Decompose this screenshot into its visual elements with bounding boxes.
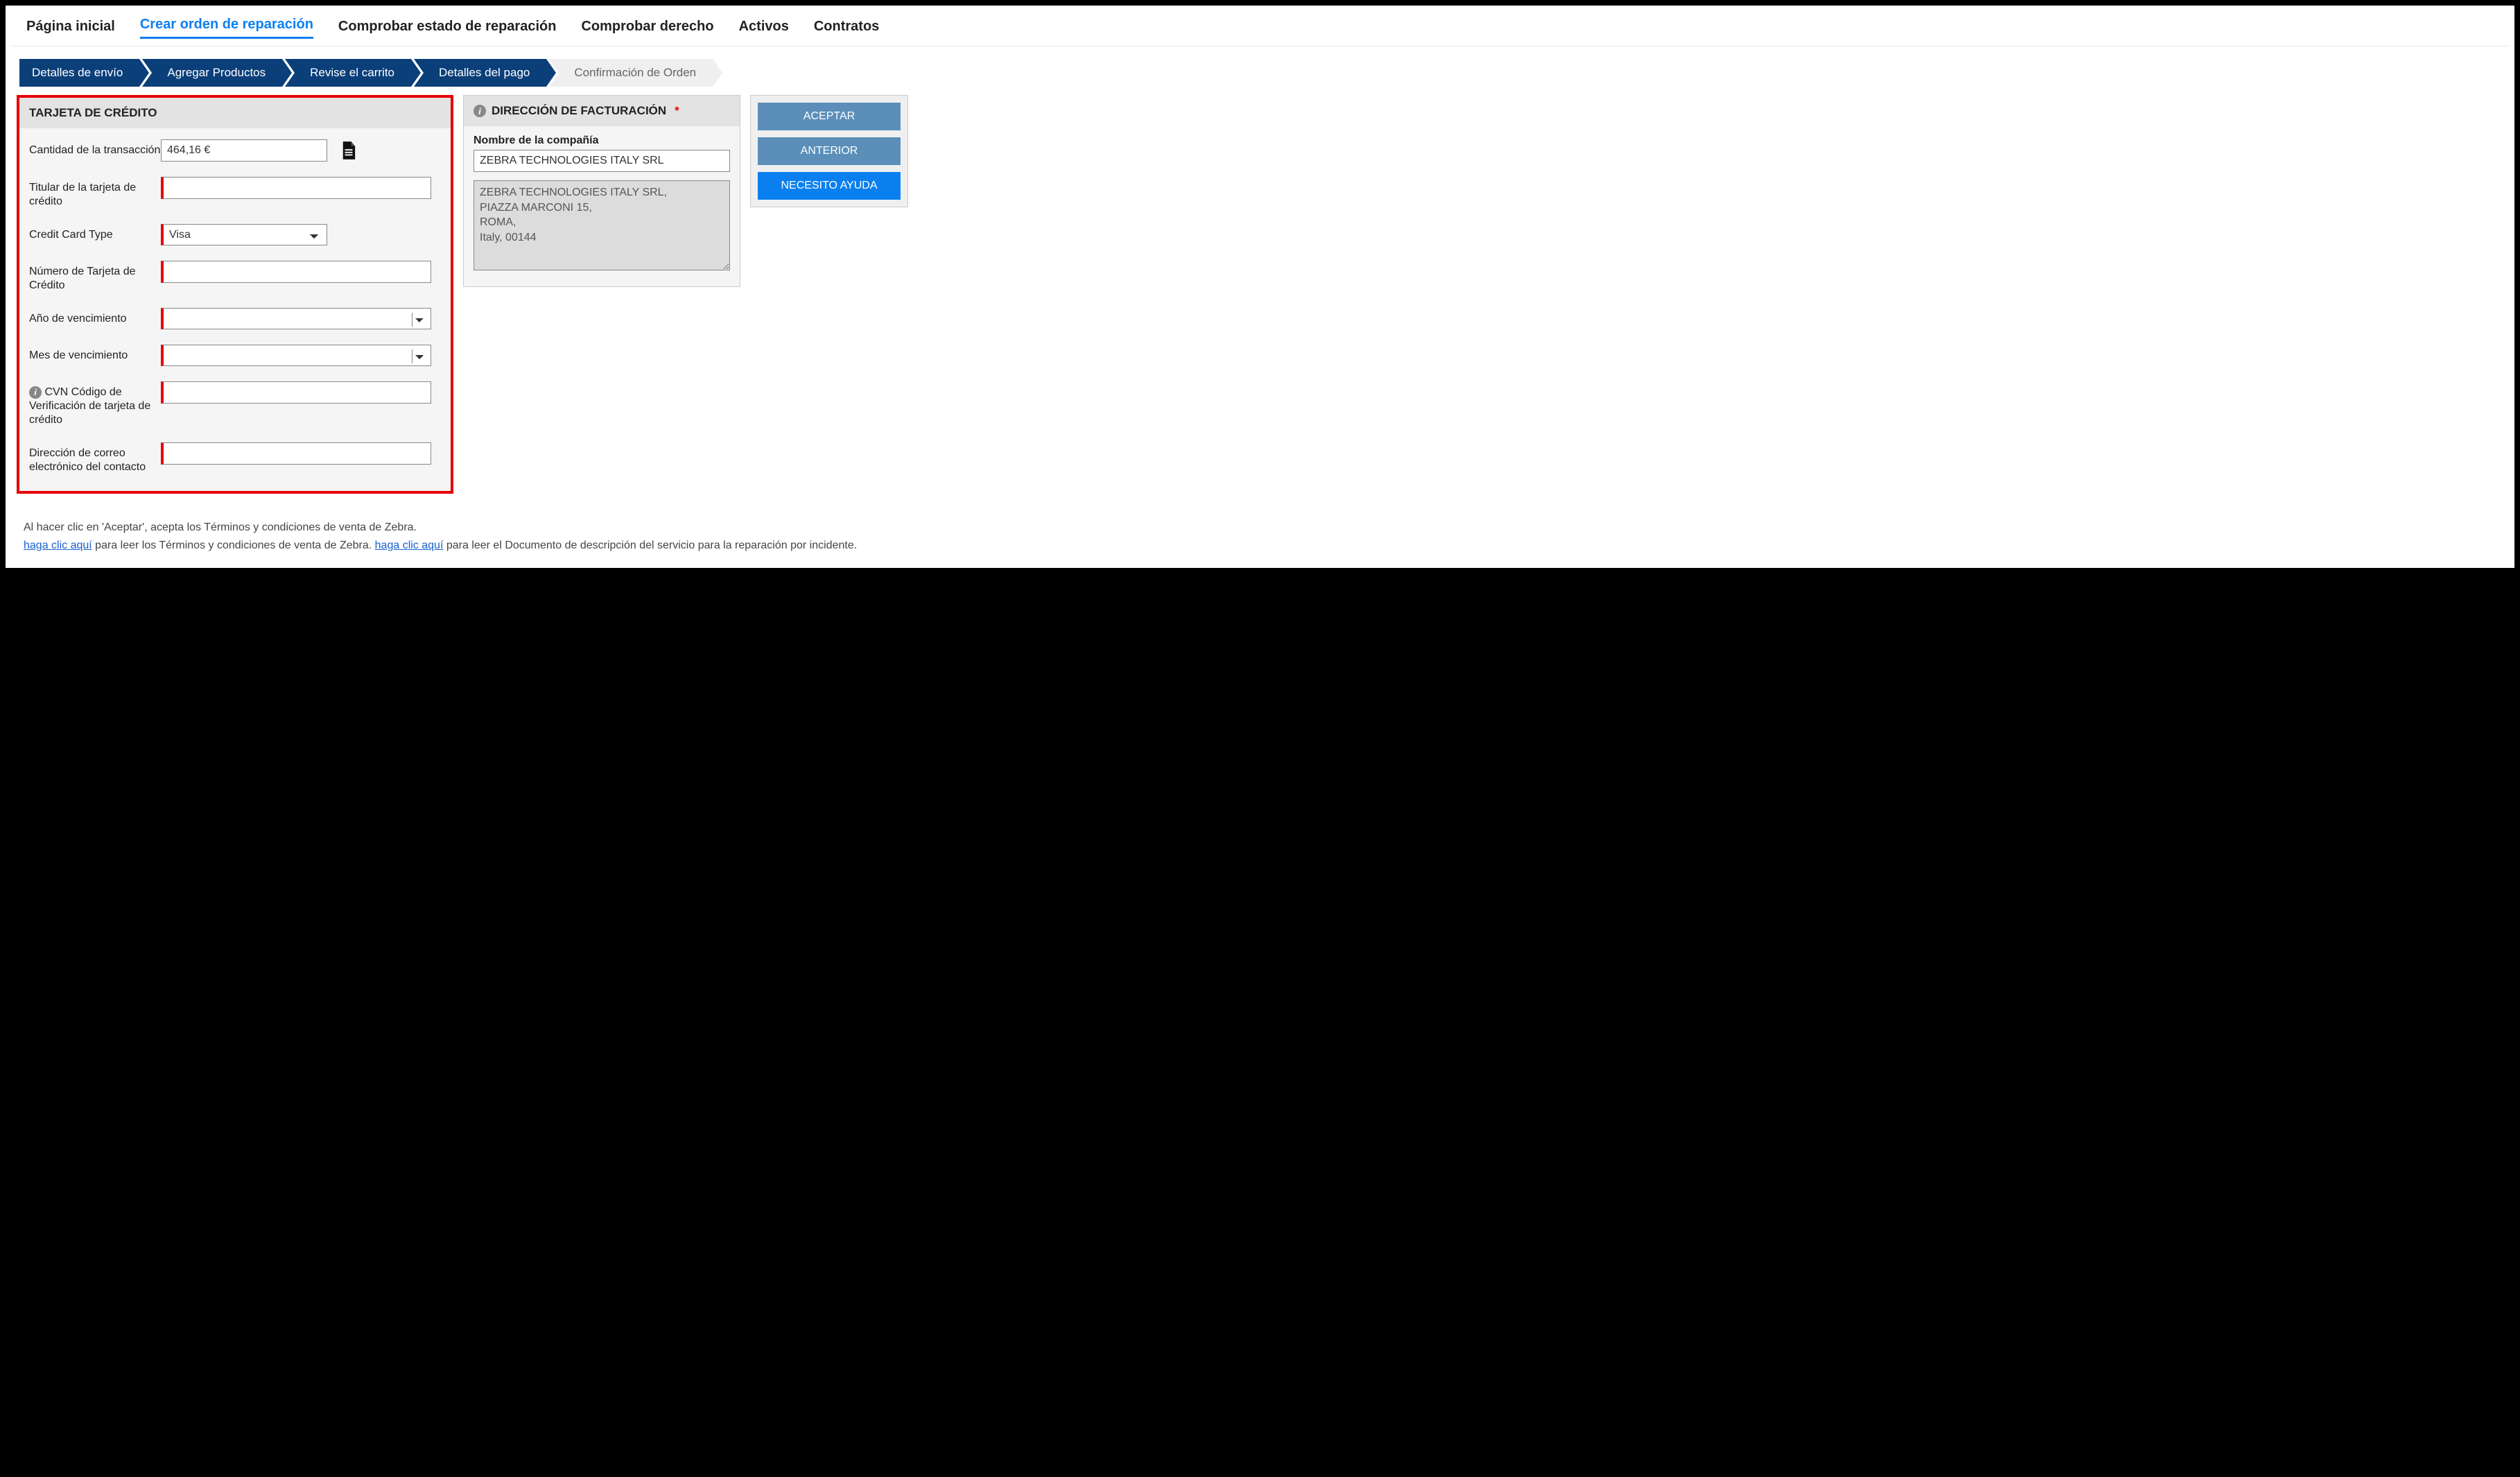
company-name-input xyxy=(473,150,730,172)
card-type-label: Credit Card Type xyxy=(29,224,161,242)
help-button[interactable]: NECESITO AYUDA xyxy=(758,172,901,200)
service-doc-link[interactable]: haga clic aquí xyxy=(375,539,444,551)
credit-card-body: Cantidad de la transacción Titular xyxy=(19,128,451,491)
billing-body: Nombre de la compañía ZEBRA TECHNOLOGIES… xyxy=(464,126,740,286)
exp-year-select[interactable] xyxy=(161,308,431,329)
progress-steps: Detalles de envío Agregar Productos Revi… xyxy=(12,59,2508,87)
step-shipping[interactable]: Detalles de envío xyxy=(19,59,139,87)
company-name-label: Nombre de la compañía xyxy=(473,135,730,147)
main-layout: TARJETA DE CRÉDITO Cantidad de la transa… xyxy=(12,95,2508,494)
nav-assets[interactable]: Activos xyxy=(739,19,789,39)
footer-text: Al hacer clic en 'Aceptar', acepta los T… xyxy=(12,519,2508,554)
exp-month-label: Mes de vencimiento xyxy=(29,345,161,363)
cardholder-input[interactable] xyxy=(161,177,431,199)
billing-address-textarea: ZEBRA TECHNOLOGIES ITALY SRL, PIAZZA MAR… xyxy=(473,180,730,270)
cvn-label-text: CVN Código de Verificación de tarjeta de… xyxy=(29,386,150,426)
previous-button[interactable]: ANTERIOR xyxy=(758,137,901,165)
credit-card-header: TARJETA DE CRÉDITO xyxy=(19,98,451,128)
exp-month-select[interactable] xyxy=(161,345,431,366)
step-payment[interactable]: Detalles del pago xyxy=(414,59,546,87)
step-confirmation: Confirmación de Orden xyxy=(549,59,713,87)
nav-check-status[interactable]: Comprobar estado de reparación xyxy=(338,19,557,39)
cvn-label: i CVN Código de Verificación de tarjeta … xyxy=(29,381,161,427)
required-star: * xyxy=(675,104,679,118)
card-number-label: Número de Tarjeta de Crédito xyxy=(29,261,161,293)
footer-line2: haga clic aquí para leer los Términos y … xyxy=(24,537,2496,555)
card-number-input[interactable] xyxy=(161,261,431,283)
cvn-input[interactable] xyxy=(161,381,431,404)
credit-card-panel: TARJETA DE CRÉDITO Cantidad de la transa… xyxy=(17,95,453,494)
footer-line1: Al hacer clic en 'Aceptar', acepta los T… xyxy=(24,519,2496,537)
exp-year-label: Año de vencimiento xyxy=(29,308,161,326)
page-frame: Página inicial Crear orden de reparación… xyxy=(6,6,2514,568)
billing-header: i DIRECCIÓN DE FACTURACIÓN * xyxy=(464,96,740,126)
billing-panel: i DIRECCIÓN DE FACTURACIÓN * Nombre de l… xyxy=(463,95,740,287)
accept-button[interactable]: ACEPTAR xyxy=(758,103,901,130)
contact-email-input[interactable] xyxy=(161,442,431,465)
nav-contracts[interactable]: Contratos xyxy=(814,19,879,39)
cardholder-label: Titular de la tarjeta de crédito xyxy=(29,177,161,209)
nav-create-order[interactable]: Crear orden de reparación xyxy=(140,17,313,39)
step-review[interactable]: Revise el carrito xyxy=(285,59,411,87)
footer-text-frag2: para leer el Documento de descripción de… xyxy=(443,539,857,551)
top-nav: Página inicial Crear orden de reparación… xyxy=(12,8,2508,46)
billing-header-text: DIRECCIÓN DE FACTURACIÓN xyxy=(492,104,666,118)
amount-label: Cantidad de la transacción xyxy=(29,139,161,157)
footer-text-frag1: para leer los Términos y condiciones de … xyxy=(92,539,375,551)
card-type-select[interactable]: Visa xyxy=(161,224,327,245)
amount-input xyxy=(161,139,327,162)
info-icon[interactable]: i xyxy=(473,105,486,117)
action-panel: ACEPTAR ANTERIOR NECESITO AYUDA xyxy=(750,95,908,207)
nav-check-entitlement[interactable]: Comprobar derecho xyxy=(581,19,713,39)
step-products[interactable]: Agregar Productos xyxy=(142,59,282,87)
nav-home[interactable]: Página inicial xyxy=(26,19,115,39)
document-icon[interactable] xyxy=(341,141,356,159)
info-icon[interactable]: i xyxy=(29,386,42,399)
contact-email-label: Dirección de correo electrónico del cont… xyxy=(29,442,161,474)
terms-link[interactable]: haga clic aquí xyxy=(24,539,92,551)
